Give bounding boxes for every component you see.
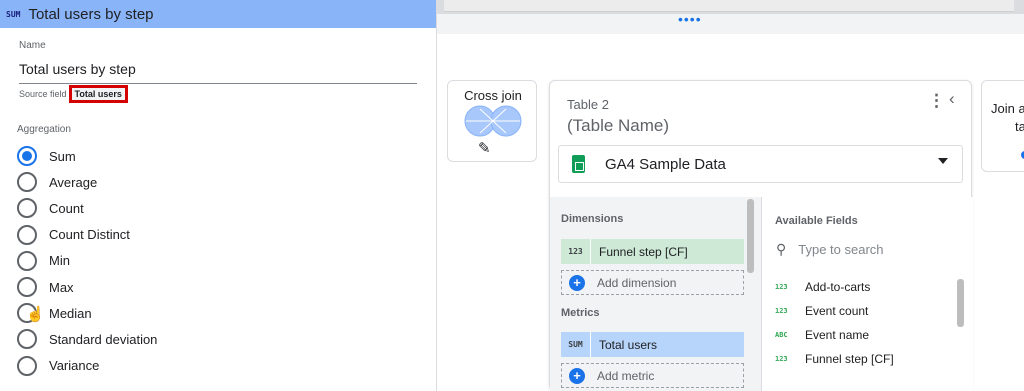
data-source-select[interactable]: GA4 Sample Data <box>558 145 963 183</box>
number-type-icon: 123 <box>775 355 788 363</box>
drag-handle-icon[interactable]: •••• <box>678 12 702 26</box>
dimension-chip[interactable]: 123 Funnel step [CF] <box>561 239 744 264</box>
more-vert-icon[interactable]: ⋮ <box>928 91 945 111</box>
aggregation-option-variance[interactable]: Variance <box>17 353 157 379</box>
aggregation-option-label: Min <box>49 253 70 269</box>
aggregation-radio-group: Sum Average Count Count Distinct Min Max… <box>17 143 157 379</box>
metric-chip[interactable]: SUM Total users <box>561 332 744 357</box>
join-type-label: Cross join <box>464 88 522 103</box>
sum-type-icon: SUM <box>6 9 21 19</box>
table-title: Table 2 <box>567 97 609 112</box>
field-edit-panel: SUM Total users by step Name Total users… <box>0 0 437 391</box>
aggregation-option-label: Count Distinct <box>49 227 130 243</box>
field-search[interactable]: ⚲ Type to search <box>776 241 884 258</box>
table-name-field[interactable]: (Table Name) <box>567 116 669 136</box>
aggregation-option-min[interactable]: Min <box>17 248 157 274</box>
join-card[interactable]: Cross join ✎ <box>447 80 537 162</box>
join-card-partial-line1: Join a <box>991 101 1024 116</box>
plus-icon: + <box>569 367 585 384</box>
aggregation-option-label: Average <box>49 174 98 190</box>
aggregation-option-count-distinct[interactable]: Count Distinct <box>17 222 157 248</box>
number-type-icon: 123 <box>775 307 788 315</box>
available-field-item[interactable]: ABC Event name <box>775 323 894 347</box>
aggregation-option-label: Variance <box>49 358 100 374</box>
join-card-partial-line2: ta <box>1015 119 1024 134</box>
aggregation-option-count[interactable]: Count <box>17 195 157 221</box>
scrollbar[interactable] <box>957 279 964 327</box>
aggregation-option-label: Standard deviation <box>49 331 158 347</box>
pencil-icon[interactable]: ✎ <box>478 139 491 157</box>
dimension-chip-label: Funnel step [CF] <box>599 244 688 259</box>
number-type-icon: 123 <box>775 283 788 291</box>
available-fields-column: Available Fields ⚲ Type to search 123 Ad… <box>761 197 973 391</box>
aggregation-option-average[interactable]: Average <box>17 169 157 195</box>
add-dimension-button[interactable]: + Add dimension <box>561 270 744 295</box>
available-field-label: Add-to-carts <box>805 280 871 294</box>
aggregation-option-max[interactable]: Max <box>17 274 157 300</box>
radio-icon[interactable] <box>17 329 37 350</box>
source-field-row: Source field Total users <box>19 85 128 103</box>
radio-icon[interactable] <box>17 355 37 376</box>
name-field[interactable]: Total users by step <box>19 58 417 84</box>
search-placeholder: Type to search <box>798 242 884 257</box>
aggregation-option-label: Count <box>49 200 84 216</box>
cross-join-venn-icon <box>464 105 522 137</box>
radio-icon[interactable] <box>17 224 37 245</box>
available-field-label: Funnel step [CF] <box>805 352 894 366</box>
join-card-partial[interactable]: Join a ta <box>981 80 1024 172</box>
aggregation-option-label: Sum <box>49 148 76 164</box>
add-metric-button[interactable]: + Add metric <box>561 363 744 388</box>
text-type-icon: ABC <box>775 331 788 339</box>
aggregation-option-standard-deviation[interactable]: Standard deviation <box>17 326 157 352</box>
panel-header: SUM Total users by step <box>0 0 436 28</box>
number-type-icon: 123 <box>561 239 591 264</box>
aggregation-option-sum[interactable]: Sum <box>17 143 157 169</box>
dropdown-arrow-icon[interactable] <box>938 158 948 164</box>
available-field-item[interactable]: 123 Event count <box>775 299 894 323</box>
data-source-name: GA4 Sample Data <box>605 155 726 173</box>
aggregation-option-label: Median <box>49 305 92 321</box>
dimensions-metrics-column: Dimensions 123 Funnel step [CF] + Add di… <box>550 197 750 391</box>
fields-area: Dimensions 123 Funnel step [CF] + Add di… <box>550 197 973 391</box>
aggregation-option-label: Max <box>49 279 74 295</box>
plus-icon: + <box>569 274 585 291</box>
panel-title: Total users by step <box>28 5 154 23</box>
hand-cursor-icon: ☝ <box>26 306 45 323</box>
source-field-label: Source field <box>19 89 67 99</box>
radio-icon[interactable] <box>17 250 37 271</box>
available-fields-list: 123 Add-to-carts 123 Event count ABC Eve… <box>775 275 894 371</box>
radio-icon[interactable] <box>17 198 37 219</box>
sheets-icon <box>572 155 585 173</box>
search-icon: ⚲ <box>776 241 787 257</box>
available-field-label: Event name <box>805 328 870 342</box>
metrics-label: Metrics <box>561 307 600 319</box>
chevron-left-icon[interactable]: ‹ <box>949 89 955 109</box>
add-dimension-label: Add dimension <box>597 275 677 290</box>
available-field-item[interactable]: 123 Add-to-carts <box>775 275 894 299</box>
add-metric-label: Add metric <box>597 368 655 383</box>
name-label: Name <box>19 40 46 51</box>
scrollbar[interactable] <box>747 199 754 273</box>
dimensions-label: Dimensions <box>561 213 624 225</box>
top-toolbar <box>444 0 1014 12</box>
aggregation-label: Aggregation <box>17 124 71 135</box>
radio-checked-icon[interactable] <box>17 146 37 167</box>
available-fields-label: Available Fields <box>775 215 858 227</box>
radio-icon[interactable] <box>17 172 37 193</box>
metric-chip-label: Total users <box>599 337 658 352</box>
available-field-item[interactable]: 123 Funnel step [CF] <box>775 347 894 371</box>
available-field-label: Event count <box>805 304 869 318</box>
radio-icon[interactable] <box>17 277 37 298</box>
table-card: Table 2 (Table Name) ⋮ ‹ GA4 Sample Data… <box>549 80 973 391</box>
source-field-value: Total users <box>68 85 128 103</box>
sum-type-icon: SUM <box>561 332 591 357</box>
